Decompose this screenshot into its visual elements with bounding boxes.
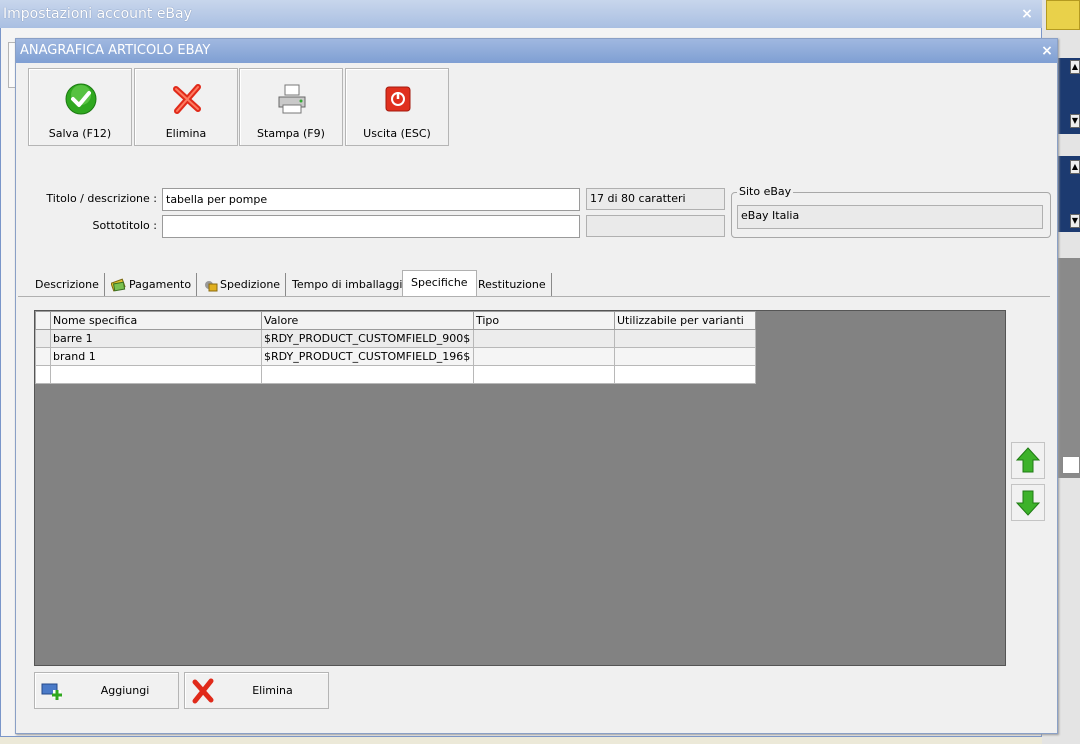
title-label: Titolo / descrizione : [46,192,157,205]
site-legend: Sito eBay [737,185,794,198]
package-icon [1046,0,1080,30]
check-icon [65,83,97,115]
save-label: Salva (F12) [48,127,112,140]
right-panel-cell [1062,456,1080,474]
subtitle-input[interactable] [162,215,580,238]
delete-row-button[interactable]: Elimina [184,672,329,709]
table-row[interactable]: barre 1 $RDY_PRODUCT_CUSTOMFIELD_900$ [35,329,756,348]
print-button[interactable]: Stampa (F9) [239,68,343,146]
move-down-button[interactable] [1011,484,1045,521]
red-x-icon [173,84,201,114]
arrow-up-icon [1015,447,1041,473]
tab-pagamento-label: Pagamento [129,278,192,291]
cell-nome[interactable]: brand 1 [50,347,262,366]
title-input[interactable]: tabella per pompe [162,188,580,211]
tab-specifiche[interactable]: Specifiche [402,270,477,297]
specs-table: Nome specifica Valore Tipo Utilizzabile … [35,311,756,384]
cell-varianti[interactable] [614,329,756,348]
delete-row-label: Elimina [252,684,293,697]
money-icon [111,278,126,292]
specs-grid: Nome specifica Valore Tipo Utilizzabile … [34,310,1006,666]
add-row-icon [41,683,62,700]
table-header-row: Nome specifica Valore Tipo Utilizzabile … [35,311,756,330]
cell-tipo[interactable] [473,347,615,366]
column-header-varianti[interactable]: Utilizzabile per varianti [614,311,756,330]
exit-button[interactable]: Uscita (ESC) [345,68,449,146]
tab-descrizione[interactable]: Descrizione [30,273,105,298]
save-button[interactable]: Salva (F12) [28,68,132,146]
cell-valore[interactable] [261,365,474,384]
background-window-title: Impostazioni account eBay [0,0,1042,28]
cell-nome[interactable] [50,365,262,384]
tab-spedizione-label: Spedizione [220,278,281,291]
cell-varianti[interactable] [614,365,756,384]
background-close-button[interactable]: × [1020,7,1034,21]
table-row[interactable]: brand 1 $RDY_PRODUCT_CUSTOMFIELD_196$ [35,347,756,366]
power-icon [385,86,411,112]
scroll-up-icon-2[interactable]: ▲ [1070,160,1080,174]
dialog-title: ANAGRAFICA ARTICOLO EBAY [16,39,1057,63]
cell-varianti[interactable] [614,347,756,366]
subtitle-counter [586,215,725,237]
cell-nome[interactable]: barre 1 [50,329,262,348]
cell-tipo[interactable] [473,329,615,348]
row-selector[interactable] [35,365,51,384]
dialog-close-button[interactable]: × [1040,44,1054,58]
subtitle-label: Sottotitolo : [92,219,157,232]
cell-tipo[interactable] [473,365,615,384]
scroll-up-icon[interactable]: ▲ [1070,60,1080,74]
print-label: Stampa (F9) [257,127,325,140]
right-panel-grid [1056,258,1080,478]
add-button[interactable]: Aggiungi [34,672,179,709]
add-label: Aggiungi [100,684,150,697]
cell-valore[interactable]: $RDY_PRODUCT_CUSTOMFIELD_196$ [261,347,474,366]
row-selector-header [35,311,51,330]
table-row[interactable] [35,365,756,384]
delete-label: Elimina [165,127,207,140]
cell-valore[interactable]: $RDY_PRODUCT_CUSTOMFIELD_900$ [261,329,474,348]
row-selector[interactable] [35,347,51,366]
red-x-icon [192,678,214,704]
scroll-down-icon[interactable]: ▼ [1070,114,1080,128]
printer-icon [278,84,306,114]
column-header-valore[interactable]: Valore [261,311,474,330]
char-counter: 17 di 80 caratteri [586,188,725,210]
scroll-down-icon-2[interactable]: ▼ [1070,214,1080,228]
tab-tempo-imballaggio[interactable]: Tempo di imballaggio [287,273,416,298]
site-value: eBay Italia [737,205,1043,229]
shipping-icon [205,281,218,292]
exit-label: Uscita (ESC) [363,127,431,140]
move-up-button[interactable] [1011,442,1045,479]
column-header-nome[interactable]: Nome specifica [50,311,262,330]
column-header-tipo[interactable]: Tipo [473,311,615,330]
arrow-down-icon [1015,490,1041,516]
tab-restituzione[interactable]: Restituzione [473,273,552,298]
delete-button[interactable]: Elimina [134,68,238,146]
row-selector[interactable] [35,329,51,348]
